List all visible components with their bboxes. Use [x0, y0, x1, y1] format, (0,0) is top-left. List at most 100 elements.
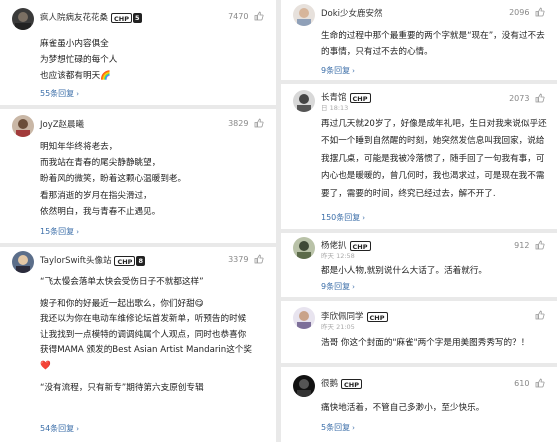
like-button[interactable] [532, 310, 545, 320]
username-text[interactable]: JoyZ赵晨曦 [40, 120, 84, 130]
comment-line: 看那消逝的岁月在指尖滑过， [40, 190, 152, 201]
avatar[interactable] [12, 8, 34, 30]
like-button[interactable]: 7470 [228, 11, 264, 21]
left-comment-column: 疯人院病友花花桑 CHP 5 7470 麻雀虽小内容俱全 为梦想忙碌的每个人 也应该… [0, 0, 276, 442]
level-badge-number: 5 [133, 12, 142, 23]
comment-line: 痛快地活着，不管自己多渺小，至少快乐。 [321, 403, 485, 413]
comment-line: 也应该都有明天🌈 [40, 71, 111, 82]
replies-count[interactable]: 54条回复 [40, 424, 74, 433]
like-count: 912 [514, 241, 530, 250]
comment-card: Doki少女鹿安然 2096 生命的过程中那个最重要的两个字就是“现在”，没有过… [281, 0, 557, 80]
comment-line: 获得MAMA 颁发的Best Asian Artist Mandarin这个奖 [40, 345, 252, 356]
thumb-up-icon [535, 240, 545, 250]
like-count: 2096 [509, 8, 530, 17]
replies-link[interactable]: 150条回复 › [321, 212, 365, 223]
username[interactable]: TaylorSwift头像站 CHP 8 [40, 254, 145, 266]
replies-link[interactable]: 9条回复 › [321, 281, 355, 292]
level-badge: CHP [341, 378, 362, 389]
comment-body: 再过几天就20岁了，好像是成年礼吧，生日对我来说似乎还不如一个睡到自然醒的时刻，… [321, 116, 549, 203]
avatar[interactable] [293, 307, 315, 329]
timestamp: 昨天 21:05 [321, 323, 355, 331]
comment-body: 浩哥 你这个封面的"麻雀"两个字是用美图秀秀写的？！ [321, 335, 549, 351]
comment-line: 明知年华终将老去， [40, 142, 118, 152]
replies-count[interactable]: 55条回复 [40, 89, 74, 98]
replies-link[interactable]: 55条回复 › [40, 88, 79, 99]
avatar[interactable] [293, 375, 315, 397]
level-badge: CHP [349, 92, 371, 103]
avatar[interactable] [293, 237, 315, 259]
like-button[interactable]: 3829 [228, 118, 264, 128]
comment-body: 明知年华终将老去， 而我站在青春的尾尖静静眺望， 盼着风的微笑，盼着这颗心温暖到… [40, 139, 268, 220]
username-text[interactable]: Doki少女鹿安然 [321, 9, 383, 19]
level-badge: CHP [114, 255, 136, 266]
like-count: 3829 [228, 119, 249, 128]
comment-line: 麻雀虽小内容俱全 [40, 39, 109, 49]
replies-count[interactable]: 5条回复 [321, 423, 350, 432]
comment-line: 而我站在青春的尾尖静静眺望， [40, 158, 161, 169]
replies-count[interactable]: 15条回复 [40, 227, 74, 236]
avatar[interactable] [293, 90, 315, 112]
comment-card: 李欣佩同学 CHP 昨天 21:05 浩哥 你这个封面的"麻雀"两个字是用美图秀秀… [281, 301, 557, 363]
chevron-right-icon: › [352, 424, 355, 432]
chevron-right-icon: › [352, 67, 355, 75]
replies-link[interactable]: 5条回复 › [321, 422, 355, 433]
comment-line: 嫂子和你的好最近一起出歌么，你们好甜😋 [40, 298, 204, 309]
username[interactable]: JoyZ赵晨曦 [40, 118, 84, 130]
replies-link[interactable]: 9条回复 › [321, 65, 355, 76]
thumb-up-icon [254, 11, 264, 21]
thumb-up-icon [535, 310, 545, 320]
like-button[interactable]: 2073 [509, 93, 545, 103]
comment-card: 很鹅 CHP 610 痛快地活着，不管自己多渺小，至少快乐。 5条回复 › [281, 367, 557, 442]
comment-card: 杨佬扒 CHP 昨天 12:58 912 都是小人物,就别说什么大话了。活着就行。… [281, 233, 557, 297]
comment-line: “没有流程，只有新专”期待第六支原创专辑 [40, 382, 204, 393]
comment-line: 再过几天就20岁了，好像是成年礼吧，生日对我来说似乎还不如一个睡到自然醒的时刻，… [321, 119, 547, 199]
level-badge: CHP [366, 311, 388, 322]
thumb-up-icon [254, 254, 264, 264]
avatar[interactable] [12, 251, 34, 273]
like-button[interactable]: 912 [514, 240, 545, 250]
level-badge: CHP [111, 12, 132, 23]
username-text[interactable]: TaylorSwift头像站 [40, 256, 111, 266]
replies-link[interactable]: 15条回复 › [40, 226, 79, 237]
like-count: 2073 [509, 94, 530, 103]
thumb-up-icon [535, 7, 545, 17]
comment-body: 痛快地活着，不管自己多渺小，至少快乐。 [321, 400, 549, 416]
chevron-right-icon: › [352, 283, 355, 291]
level-badge: CHP [349, 240, 371, 251]
thumb-up-icon [254, 118, 264, 128]
replies-count[interactable]: 150条回复 [321, 213, 360, 222]
like-count: 3379 [228, 255, 249, 264]
username-text[interactable]: 疯人院病友花花桑 [40, 13, 108, 23]
level-badge-number: 8 [136, 255, 145, 266]
username[interactable]: 疯人院病友花花桑 CHP 5 [40, 11, 142, 23]
comment-line: 浩哥 你这个封面的"麻雀"两个字是用美图秀秀写的？！ [321, 338, 530, 348]
like-button[interactable]: 610 [514, 378, 545, 388]
thumb-up-icon [535, 93, 545, 103]
chevron-right-icon: › [76, 228, 79, 236]
comment-line: 生命的过程中那个最重要的两个字就是“现在”，没有过不去的事情，只有过不去的心情。 [321, 31, 545, 58]
comment-body: 都是小人物,就别说什么大话了。活着就行。 [321, 263, 549, 279]
replies-count[interactable]: 9条回复 [321, 282, 350, 291]
chevron-right-icon: › [76, 90, 79, 98]
like-button[interactable]: 3379 [228, 254, 264, 264]
username[interactable]: Doki少女鹿安然 [321, 7, 383, 19]
comment-line: 为梦想忙碌的每个人 [40, 55, 118, 66]
avatar[interactable] [12, 115, 34, 137]
comment-line: 盼着风的微笑，盼着这颗心温暖到老。 [40, 174, 187, 185]
replies-link[interactable]: 54条回复 › [40, 423, 79, 434]
comment-line: “飞太慢会落单太快会受伤日子不就都这样” [40, 277, 204, 287]
comment-line: 依然明白，我与青春不止遇见。 [40, 206, 161, 217]
heart-emoji: ❤️ [40, 360, 51, 371]
like-count: 7470 [228, 12, 249, 21]
avatar[interactable] [293, 4, 315, 26]
comment-body: 生命的过程中那个最重要的两个字就是“现在”，没有过不去的事情，只有过不去的心情。 [321, 28, 549, 60]
username[interactable]: 很鹅 CHP [321, 377, 362, 389]
username-text[interactable]: 很鹅 [321, 379, 338, 389]
comment-body: “飞太慢会落单太快会受伤日子不就都这样” 嫂子和你的好最近一起出歌么，你们好甜😋… [40, 275, 268, 396]
comment-card: TaylorSwift头像站 CHP 8 3379 “飞太慢会落单太快会受伤日子不就… [0, 247, 276, 442]
comment-line: 让我找到一点模特的调调纯属个人观点，同时也恭喜你 [40, 329, 247, 340]
like-button[interactable]: 2096 [509, 7, 545, 17]
replies-count[interactable]: 9条回复 [321, 66, 350, 75]
comment-body: 麻雀虽小内容俱全 为梦想忙碌的每个人 也应该都有明天🌈 [40, 36, 268, 85]
comment-line: 都是小人物,就别说什么大话了。活着就行。 [321, 266, 488, 276]
